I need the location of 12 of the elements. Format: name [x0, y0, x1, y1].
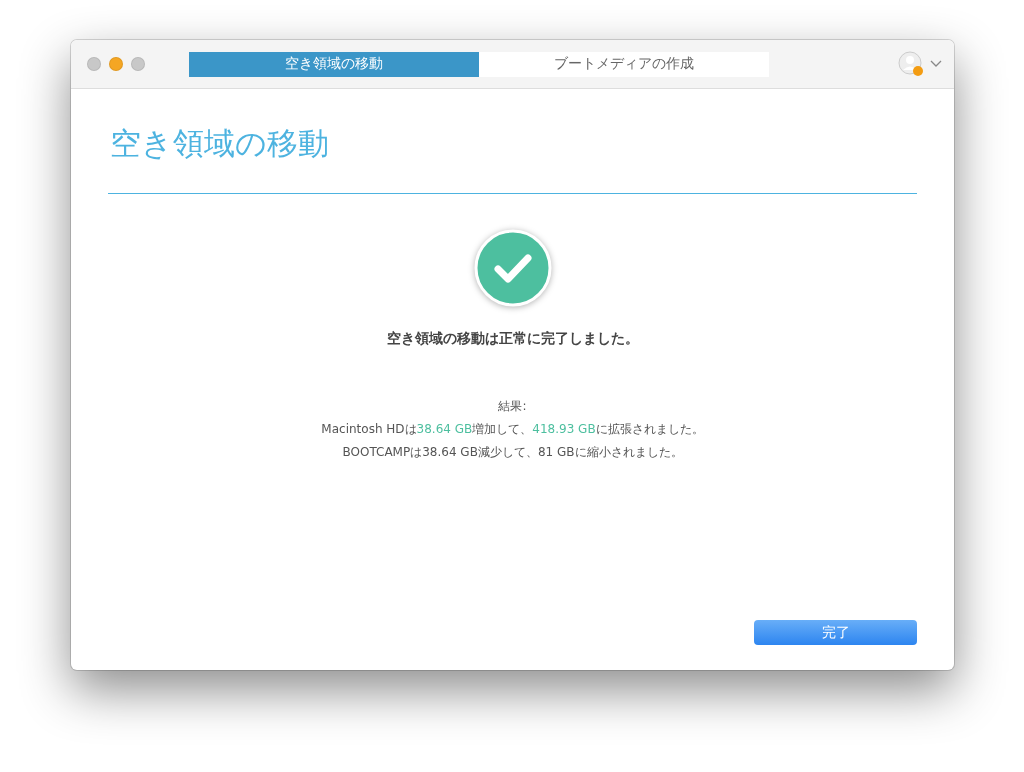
- window-control-button[interactable]: [87, 57, 101, 71]
- success-message: 空き領域の移動は正常に完了しました。: [386, 330, 639, 348]
- avatar-icon[interactable]: [898, 51, 924, 77]
- window-control-button[interactable]: [109, 57, 123, 71]
- result-text: Macintosh HDは38.64 GB増加して、418.93 GBに拡張されました。: [321, 421, 704, 438]
- result-heading: 結果:: [498, 398, 527, 415]
- tab[interactable]: 空き領域の移動: [189, 51, 479, 77]
- page-title: 空き領域の移動: [110, 124, 330, 163]
- result-text: BOOTCAMPは38.64 GB減少して、81 GBに縮小されました。: [342, 444, 683, 461]
- done-button[interactable]: 完了: [754, 620, 917, 645]
- window-control-button[interactable]: [131, 57, 145, 71]
- chevron-down-icon[interactable]: [930, 60, 942, 68]
